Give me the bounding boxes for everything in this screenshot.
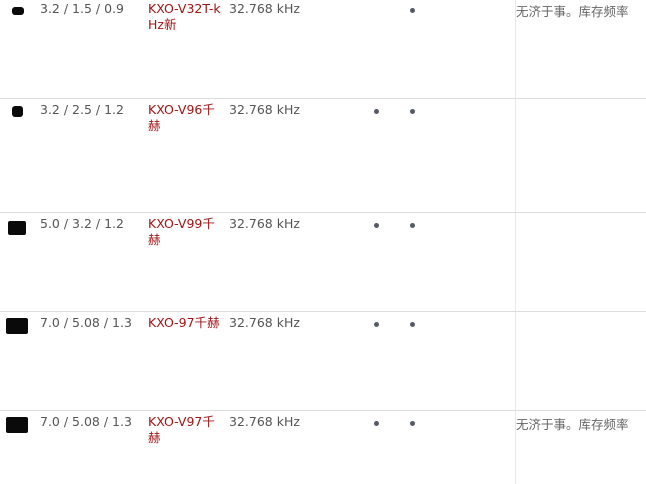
crystal-oscillator-chip-icon[interactable] [12, 7, 24, 15]
option-2-cell [402, 411, 446, 484]
frequency-text: 32.768 kHz [229, 102, 300, 117]
note-cell: 无济于事。库存频率 [516, 411, 646, 484]
bullet-dot-icon [374, 223, 379, 228]
option-1-cell [366, 312, 402, 410]
model-link[interactable]: KXO-97千赫 [148, 315, 220, 330]
bullet-dot-icon [410, 223, 415, 228]
table-row: 5.0 / 3.2 / 1.2 KXO-V99千赫 32.768 kHz [0, 213, 646, 312]
size-cell: 7.0 / 5.08 / 1.3 [34, 312, 142, 410]
empty-cell [446, 213, 516, 311]
frequency-cell: 32.768 kHz [223, 312, 366, 410]
size-text: 7.0 / 5.08 / 1.3 [40, 414, 132, 429]
note-text: 无济于事。库存频率 [516, 4, 629, 19]
product-image-cell [0, 213, 34, 311]
frequency-cell: 32.768 kHz [223, 213, 366, 311]
product-image-cell [0, 0, 34, 98]
model-cell: KXO-97千赫 [142, 312, 223, 410]
empty-cell [446, 312, 516, 410]
product-image-cell [0, 312, 34, 410]
product-image-cell [0, 99, 34, 212]
option-1-cell [366, 99, 402, 212]
model-link[interactable]: KXO-V32T-kHz新 [148, 1, 221, 32]
option-1-cell [366, 0, 402, 98]
option-2-cell [402, 0, 446, 98]
size-text: 3.2 / 1.5 / 0.9 [40, 1, 124, 16]
product-image-cell [0, 411, 34, 484]
note-text: 无济于事。库存频率 [516, 417, 629, 432]
table-row: 7.0 / 5.08 / 1.3 KXO-97千赫 32.768 kHz [0, 312, 646, 411]
size-text: 3.2 / 2.5 / 1.2 [40, 102, 124, 117]
option-2-cell [402, 312, 446, 410]
model-cell: KXO-V32T-kHz新 [142, 0, 223, 98]
model-link[interactable]: KXO-V99千赫 [148, 216, 215, 247]
crystal-oscillator-chip-icon[interactable] [12, 106, 23, 117]
table-row: 3.2 / 2.5 / 1.2 KXO-V96千赫 32.768 kHz [0, 99, 646, 213]
crystal-oscillator-chip-icon[interactable] [6, 417, 28, 433]
frequency-cell: 32.768 kHz [223, 99, 366, 212]
model-cell: KXO-V99千赫 [142, 213, 223, 311]
size-text: 5.0 / 3.2 / 1.2 [40, 216, 124, 231]
note-cell: 无济于事。库存频率 [516, 0, 646, 98]
model-cell: KXO-V97千赫 [142, 411, 223, 484]
size-cell: 7.0 / 5.08 / 1.3 [34, 411, 142, 484]
bullet-dot-icon [374, 322, 379, 327]
size-cell: 3.2 / 1.5 / 0.9 [34, 0, 142, 98]
note-cell [516, 213, 646, 311]
table-row: 3.2 / 1.5 / 0.9 KXO-V32T-kHz新 32.768 kHz… [0, 0, 646, 99]
bullet-dot-icon [374, 109, 379, 114]
frequency-text: 32.768 kHz [229, 315, 300, 330]
frequency-text: 32.768 kHz [229, 1, 300, 16]
option-2-cell [402, 99, 446, 212]
option-2-cell [402, 213, 446, 311]
note-cell [516, 99, 646, 212]
model-link[interactable]: KXO-V96千赫 [148, 102, 215, 133]
empty-cell [446, 411, 516, 484]
note-cell [516, 312, 646, 410]
bullet-dot-icon [410, 421, 415, 426]
size-text: 7.0 / 5.08 / 1.3 [40, 315, 132, 330]
size-cell: 3.2 / 2.5 / 1.2 [34, 99, 142, 212]
option-1-cell [366, 411, 402, 484]
crystal-oscillator-chip-icon[interactable] [6, 318, 28, 334]
frequency-text: 32.768 kHz [229, 216, 300, 231]
frequency-text: 32.768 kHz [229, 414, 300, 429]
bullet-dot-icon [410, 109, 415, 114]
bullet-dot-icon [374, 421, 379, 426]
bullet-dot-icon [410, 322, 415, 327]
empty-cell [446, 99, 516, 212]
option-1-cell [366, 213, 402, 311]
frequency-cell: 32.768 kHz [223, 0, 366, 98]
model-link[interactable]: KXO-V97千赫 [148, 414, 215, 445]
model-cell: KXO-V96千赫 [142, 99, 223, 212]
frequency-cell: 32.768 kHz [223, 411, 366, 484]
bullet-dot-icon [410, 8, 415, 13]
empty-cell [446, 0, 516, 98]
table-row: 7.0 / 5.08 / 1.3 KXO-V97千赫 32.768 kHz 无济… [0, 411, 646, 484]
size-cell: 5.0 / 3.2 / 1.2 [34, 213, 142, 311]
crystal-oscillator-chip-icon[interactable] [8, 221, 26, 235]
